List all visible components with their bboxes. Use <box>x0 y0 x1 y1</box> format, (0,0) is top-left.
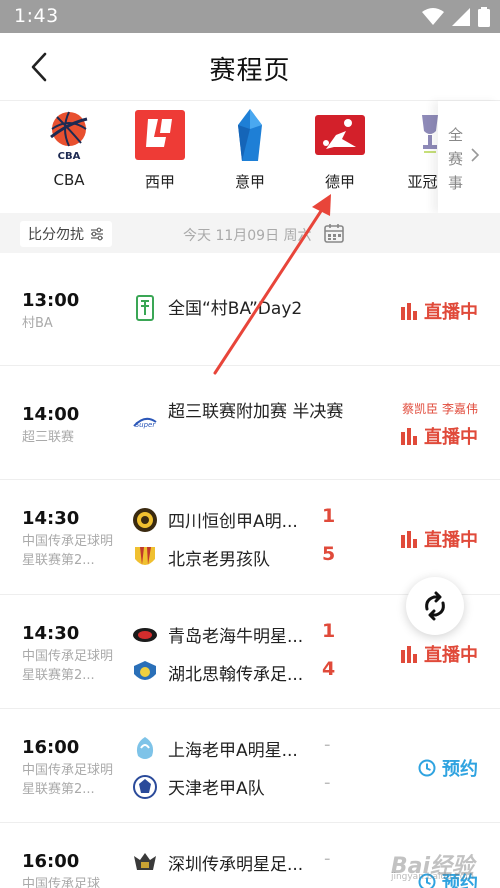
watermark-sub: jingyan.baidu.com <box>390 872 474 882</box>
status-bar: 1:43 <box>0 0 500 33</box>
match-time: 13:00 <box>22 290 80 311</box>
league-item-serie-a[interactable]: 意甲 <box>210 101 290 213</box>
team-name: 天津老甲A队 <box>168 779 265 799</box>
super-three-logo-icon: Super <box>133 417 157 429</box>
live-bars-icon <box>401 428 417 445</box>
team-crest-icon <box>136 737 154 759</box>
match-league: 村BA <box>22 316 53 331</box>
sliders-icon <box>91 227 103 241</box>
match-league: 中国传承足球明星联赛第2... <box>22 763 114 797</box>
team-score: 5 <box>322 543 336 565</box>
team-crest-icon <box>134 661 156 680</box>
status-label: 预约 <box>442 759 478 780</box>
match-time: 16:00 <box>22 851 80 872</box>
match-time: 14:30 <box>22 508 80 529</box>
filter-bar: 比分勿扰 今天 11月09日 周六 <box>0 213 500 253</box>
signal-icon <box>452 8 470 26</box>
live-status-button[interactable]: 直播中 <box>400 641 478 667</box>
away-team: 天津老甲A队 - <box>132 772 392 800</box>
no-disturb-score-toggle[interactable]: 比分勿扰 <box>20 221 112 247</box>
home-team: 四川恒创甲A明... 1 <box>132 505 392 533</box>
team-score: 1 <box>322 620 336 642</box>
page-title: 赛程页 <box>209 56 291 86</box>
status-time: 1:43 <box>14 5 59 27</box>
team-name: 北京老男孩队 <box>168 550 270 570</box>
team-crest-icon <box>134 853 156 870</box>
team-name: 上海老甲A明星... <box>168 741 298 761</box>
league-name: 西甲 <box>144 173 175 191</box>
status-label: 直播中 <box>424 530 478 551</box>
away-team: 北京老男孩队 5 <box>132 543 392 571</box>
team-name: 四川恒创甲A明... <box>168 512 298 532</box>
team-crest-icon <box>133 628 157 642</box>
league-name: 德甲 <box>324 173 355 191</box>
away-team: 湖北思翰传承足... 4 <box>132 658 392 686</box>
clock-icon <box>418 759 436 777</box>
nav-bar: 赛程页 <box>0 33 500 101</box>
status-label: 直播中 <box>424 645 478 666</box>
status-label: 直播中 <box>424 302 478 323</box>
team-name: 深圳传承明星足... <box>168 855 304 875</box>
svg-text:CBA: CBA <box>58 151 81 162</box>
team-crest-icon <box>133 508 157 532</box>
home-team: 青岛老海牛明星... 1 <box>132 620 392 648</box>
match-time: 14:30 <box>22 623 80 644</box>
match-row[interactable]: 16:00 中国传承足球明星联赛第2... 上海老甲A明星... - 天津老甲A… <box>0 709 500 823</box>
refresh-button[interactable] <box>406 577 464 635</box>
team-score: 4 <box>322 658 336 680</box>
league-item-bundesliga[interactable]: 德甲 <box>300 101 380 213</box>
team-score: - <box>324 734 331 755</box>
baidu-watermark: Bai经验 jingyan.baidu.com <box>324 836 474 882</box>
village-ba-logo-icon <box>136 295 154 321</box>
chevron-right-icon <box>471 148 480 162</box>
match-row[interactable]: 14:00 超三联赛 Super 超三联赛附加赛 半决赛 蔡凯臣 李嘉伟 直播中 <box>0 366 500 480</box>
cba-logo-icon: CBA <box>50 111 88 162</box>
date-label: 今天 11月09日 周六 <box>183 228 312 244</box>
live-status-button[interactable]: 直播中 <box>400 298 478 324</box>
team-crest-icon <box>135 547 155 565</box>
status-icons <box>422 7 490 27</box>
league-name: CBA <box>53 171 85 189</box>
commentators: 蔡凯臣 李嘉伟 <box>402 402 478 416</box>
match-league: 中国传承足球明星联赛第2... <box>22 649 114 683</box>
match-league: 中国传承足球 <box>22 877 101 888</box>
match-league: 中国传承足球明星联赛第2... <box>22 534 114 568</box>
match-row[interactable]: 13:00 村BA 全国“村BA”Day2 直播中 <box>0 253 500 366</box>
home-team: 上海老甲A明星... - <box>132 734 392 762</box>
live-status-button[interactable]: 直播中 <box>400 423 478 449</box>
live-status-button[interactable]: 直播中 <box>400 526 478 552</box>
svg-text:Super: Super <box>135 421 157 429</box>
battery-icon <box>478 7 490 27</box>
team-score: - <box>324 772 331 793</box>
calendar-icon[interactable] <box>323 222 345 244</box>
match-time: 14:00 <box>22 404 80 425</box>
live-bars-icon <box>401 646 417 663</box>
team-name: 湖北思翰传承足... <box>168 665 304 685</box>
bundesliga-logo-icon <box>315 115 365 155</box>
all-events-label: 全赛事 <box>448 126 464 192</box>
team-name: 青岛老海牛明星... <box>168 627 304 647</box>
league-name: 意甲 <box>234 173 265 191</box>
match-title: 超三联赛附加赛 半决赛 <box>168 402 344 422</box>
status-label: 直播中 <box>424 427 478 448</box>
filter-chip-label: 比分勿扰 <box>28 227 84 243</box>
laliga-logo-icon <box>135 110 185 160</box>
team-crest-icon <box>133 775 157 799</box>
reserve-button[interactable]: 预约 <box>418 755 478 781</box>
serie-a-logo-icon <box>238 109 262 161</box>
all-events-button[interactable]: 全赛事 <box>438 101 500 213</box>
live-bars-icon <box>401 531 417 548</box>
match-time: 16:00 <box>22 737 80 758</box>
match-league: 超三联赛 <box>22 430 75 445</box>
match-title: 全国“村BA”Day2 <box>168 299 303 319</box>
team-score: 1 <box>322 505 336 527</box>
league-item-laliga[interactable]: 西甲 <box>120 101 200 213</box>
live-bars-icon <box>401 303 417 320</box>
league-selector: CBA CBA 西甲 意甲 德甲 亚冠精 全赛事 <box>0 101 500 213</box>
wifi-icon <box>422 8 444 25</box>
league-item-cba[interactable]: CBA CBA <box>29 101 109 213</box>
refresh-icon <box>425 591 445 621</box>
